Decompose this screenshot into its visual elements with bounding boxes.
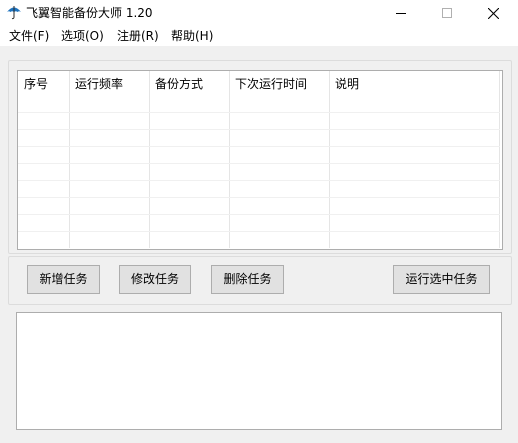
column-header-index[interactable]: 序号	[18, 71, 69, 97]
table-header: 序号 运行频率 备份方式 下次运行时间 说明	[18, 71, 500, 97]
menu-bar: 文件(F) 选项(O) 注册(R) 帮助(H)	[0, 26, 518, 46]
maximize-icon	[442, 8, 452, 18]
row-gridline	[18, 129, 500, 130]
column-header-note[interactable]: 说明	[329, 71, 500, 97]
row-gridline	[18, 112, 500, 113]
column-divider	[499, 71, 500, 248]
column-divider	[329, 71, 330, 248]
row-gridline	[18, 163, 500, 164]
window-title: 飞翼智能备份大师 1.20	[26, 6, 153, 20]
umbrella-icon	[7, 6, 21, 20]
menu-help[interactable]: 帮助(H)	[171, 28, 213, 44]
menu-register[interactable]: 注册(R)	[117, 28, 159, 44]
row-gridline	[18, 197, 500, 198]
close-button[interactable]	[470, 0, 516, 26]
minimize-icon	[396, 13, 406, 14]
add-task-button[interactable]: 新增任务	[27, 265, 100, 294]
main-window: 飞翼智能备份大师 1.20 文件(F) 选项(O) 注册(R) 帮助(H) 序号	[0, 0, 518, 443]
delete-task-button[interactable]: 删除任务	[211, 265, 284, 294]
minimize-button[interactable]	[378, 0, 424, 26]
maximize-button[interactable]	[424, 0, 470, 26]
row-gridline	[18, 180, 500, 181]
column-divider	[69, 71, 70, 248]
column-header-method[interactable]: 备份方式	[149, 71, 229, 97]
row-gridline	[18, 214, 500, 215]
log-output-area[interactable]	[16, 312, 502, 430]
row-gridline	[18, 231, 500, 232]
row-gridline	[18, 146, 500, 147]
close-icon	[487, 7, 499, 19]
column-divider	[149, 71, 150, 248]
run-selected-task-button[interactable]: 运行选中任务	[393, 265, 490, 294]
column-header-next-run[interactable]: 下次运行时间	[229, 71, 329, 97]
edit-task-button[interactable]: 修改任务	[119, 265, 191, 294]
menu-options[interactable]: 选项(O)	[61, 28, 104, 44]
task-table[interactable]: 序号 运行频率 备份方式 下次运行时间 说明	[17, 70, 503, 250]
menu-file[interactable]: 文件(F)	[9, 28, 49, 44]
title-bar[interactable]: 飞翼智能备份大师 1.20	[0, 0, 518, 26]
column-header-frequency[interactable]: 运行频率	[69, 71, 149, 97]
column-divider	[229, 71, 230, 248]
